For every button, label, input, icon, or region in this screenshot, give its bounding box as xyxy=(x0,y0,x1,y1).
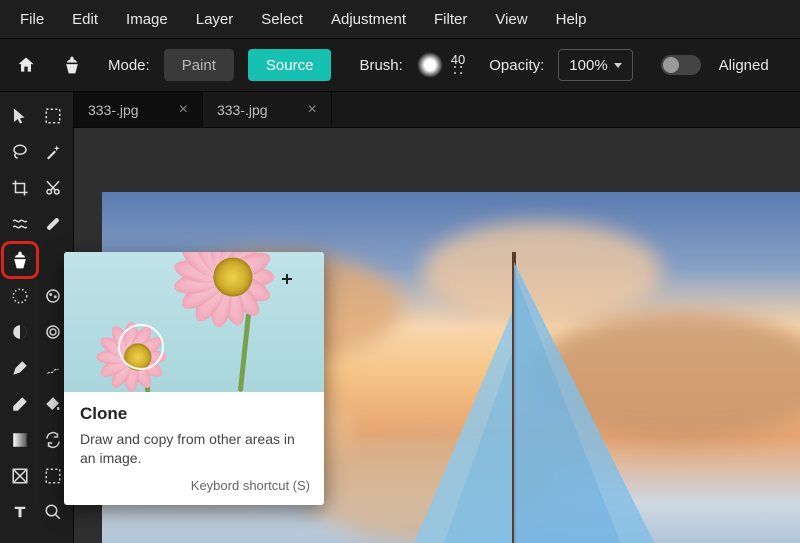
liquify-icon xyxy=(11,215,29,233)
tool-pen[interactable] xyxy=(6,354,34,382)
tool-heal[interactable] xyxy=(40,210,68,238)
mode-paint-button[interactable]: Paint xyxy=(164,49,234,81)
crop-icon xyxy=(11,179,29,197)
eraser-icon xyxy=(11,395,29,413)
tool-blur[interactable] xyxy=(40,318,68,346)
menu-edit[interactable]: Edit xyxy=(72,11,98,28)
tool-marquee[interactable] xyxy=(40,102,68,130)
lasso-icon xyxy=(11,143,29,161)
tool-draw[interactable] xyxy=(40,354,68,382)
chevron-down-icon xyxy=(614,63,622,68)
mode-label: Mode: xyxy=(108,57,150,74)
tool-frame[interactable] xyxy=(40,462,68,490)
frame-icon xyxy=(44,467,62,485)
decorative-sail xyxy=(438,352,512,543)
decorative-flower xyxy=(186,252,313,340)
tool-fill[interactable] xyxy=(40,390,68,418)
tool-lasso[interactable] xyxy=(6,138,34,166)
pen-icon xyxy=(11,359,29,377)
arrow-icon xyxy=(11,107,29,125)
menu-layer[interactable]: Layer xyxy=(196,11,234,28)
tool-gradient[interactable] xyxy=(6,426,34,454)
menu-view[interactable]: View xyxy=(495,11,527,28)
menu-help[interactable]: Help xyxy=(556,11,587,28)
document-tabbar: 333-.jpg × 333-.jpg × xyxy=(74,92,800,128)
dodge-icon xyxy=(11,323,29,341)
tooltip-shortcut: Keybord shortcut (S) xyxy=(64,474,324,505)
home-icon xyxy=(16,55,36,75)
brush-size-value: 40 xyxy=(451,55,465,65)
tooltip-preview xyxy=(64,252,324,392)
brush-label: Brush: xyxy=(359,57,402,74)
tab-label: 333-.jpg xyxy=(217,102,268,118)
clone-stamp-icon xyxy=(62,55,82,75)
home-button[interactable] xyxy=(10,49,42,81)
document-tab-1[interactable]: 333-.jpg × xyxy=(203,92,332,127)
menu-adjustment[interactable]: Adjustment xyxy=(331,11,406,28)
clone-stamp-icon xyxy=(10,250,30,270)
tool-disperse[interactable] xyxy=(6,282,34,310)
tool-cutout[interactable] xyxy=(40,174,68,202)
draw-icon xyxy=(44,359,62,377)
tool-liquify[interactable] xyxy=(6,210,34,238)
close-icon[interactable]: × xyxy=(308,101,317,119)
shape-icon xyxy=(11,467,29,485)
tool-clone-stamp[interactable] xyxy=(6,246,34,274)
gradient-icon xyxy=(11,431,29,449)
opacity-label: Opacity: xyxy=(489,57,544,74)
close-icon[interactable]: × xyxy=(179,101,188,119)
tooltip-title: Clone xyxy=(80,404,308,424)
sponge-icon xyxy=(44,287,62,305)
tool-move[interactable] xyxy=(6,102,34,130)
brush-preview[interactable] xyxy=(417,52,443,78)
menu-filter[interactable]: Filter xyxy=(434,11,467,28)
wand-icon xyxy=(44,143,62,161)
tool-zoom[interactable] xyxy=(40,498,68,526)
aligned-toggle[interactable] xyxy=(661,55,701,75)
clone-target-ring-icon xyxy=(118,324,164,370)
aligned-label: Aligned xyxy=(719,57,769,74)
marquee-icon xyxy=(44,107,62,125)
mode-source-button[interactable]: Source xyxy=(248,49,332,81)
fill-icon xyxy=(44,395,62,413)
tool-shape[interactable] xyxy=(6,462,34,490)
brush-size-control[interactable]: 40 xyxy=(451,55,465,75)
cutout-icon xyxy=(44,179,62,197)
tool-dodge[interactable] xyxy=(6,318,34,346)
document-tab-0[interactable]: 333-.jpg × xyxy=(74,92,203,127)
tool-color-replace[interactable] xyxy=(40,426,68,454)
heal-icon xyxy=(44,215,62,233)
opacity-dropdown[interactable]: 100% xyxy=(558,49,632,81)
menu-image[interactable]: Image xyxy=(126,11,168,28)
blur-icon xyxy=(44,323,62,341)
tool-eraser[interactable] xyxy=(6,390,34,418)
tool-palette xyxy=(0,92,74,543)
opacity-value: 100% xyxy=(569,57,607,74)
text-icon xyxy=(11,503,29,521)
tool-sponge[interactable] xyxy=(40,282,68,310)
options-toolbar: Mode: Paint Source Brush: 40 Opacity: 10… xyxy=(0,38,800,92)
tool-indicator xyxy=(56,49,88,81)
tool-wand[interactable] xyxy=(40,138,68,166)
decorative-sail xyxy=(514,272,624,543)
zoom-icon xyxy=(44,503,62,521)
menu-file[interactable]: File xyxy=(20,11,44,28)
brush-size-dots-icon xyxy=(453,65,463,75)
menu-bar: File Edit Image Layer Select Adjustment … xyxy=(0,0,800,38)
tooltip-description: Draw and copy from other areas in an ima… xyxy=(80,430,308,468)
tool-text[interactable] xyxy=(6,498,34,526)
tab-label: 333-.jpg xyxy=(88,102,139,118)
clone-source-cross-icon xyxy=(282,274,292,284)
replace-icon xyxy=(44,431,62,449)
tool-crop[interactable] xyxy=(6,174,34,202)
menu-select[interactable]: Select xyxy=(261,11,303,28)
tool-tooltip: Clone Draw and copy from other areas in … xyxy=(64,252,324,505)
disperse-icon xyxy=(11,287,29,305)
